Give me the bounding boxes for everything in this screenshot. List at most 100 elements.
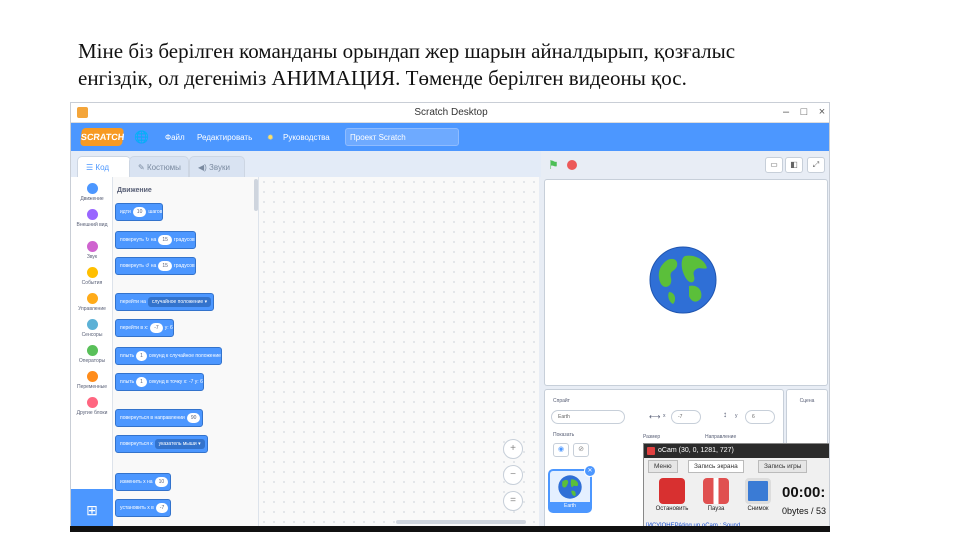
show-eye-icon[interactable]: ◉ — [553, 443, 569, 457]
scratch-desktop-screenshot: Scratch Desktop – □ × SCRATCH 🌐 Файл Ред… — [70, 102, 830, 530]
language-globe-icon[interactable]: 🌐 — [134, 130, 149, 144]
menu-tutorials[interactable]: Руководства — [283, 133, 330, 142]
code-workspace[interactable] — [259, 177, 539, 529]
show-label: Показать — [553, 432, 575, 438]
close-button[interactable]: × — [815, 105, 829, 119]
tab-code[interactable]: ☰ Код — [77, 156, 131, 177]
menu-bar: SCRATCH 🌐 Файл Редактировать ✹ Руководст… — [71, 123, 829, 151]
category-sensing[interactable]: Сенсоры — [71, 319, 113, 338]
workspace-scrollbar[interactable] — [396, 520, 526, 524]
ocam-window: oCam (30, 0, 1281, 727) Меню Запись экра… — [643, 443, 829, 529]
direction-label: Направление — [705, 434, 737, 440]
category-dot-icon — [86, 241, 98, 252]
ocam-tab-menu[interactable]: Меню — [648, 460, 678, 473]
category-motion[interactable]: Движение — [71, 183, 113, 202]
sprite-label: Спрайт — [553, 398, 570, 404]
category-operators[interactable]: Операторы — [71, 345, 113, 364]
stop-icon[interactable] — [567, 160, 577, 170]
palette-heading: Движение — [117, 187, 152, 194]
window-title: Scratch Desktop — [414, 107, 488, 118]
zoom-reset-button[interactable]: = — [503, 491, 523, 511]
stage-canvas[interactable] — [544, 179, 828, 386]
tutorials-icon[interactable]: ✹ — [267, 133, 274, 142]
ocam-snapshot-button[interactable]: Снимок — [740, 478, 776, 520]
category-my-blocks[interactable]: Другие блоки — [71, 397, 113, 416]
scratch-logo[interactable]: SCRATCH — [80, 128, 125, 146]
minimize-button[interactable]: – — [779, 105, 793, 119]
category-dot-icon — [86, 267, 98, 278]
delete-sprite-icon[interactable]: ✕ — [584, 465, 596, 477]
earth-sprite[interactable] — [649, 246, 717, 314]
slide-caption: Міне біз берілген команданы орындап жер … — [78, 38, 878, 92]
small-stage-button[interactable]: ▭ — [765, 157, 783, 173]
block-go-to[interactable]: перейти на случайное положение ▾ — [115, 293, 215, 311]
screen-bottom-bar — [70, 526, 830, 532]
menu-edit[interactable]: Редактировать — [197, 133, 252, 142]
zoom-in-button[interactable]: + — [503, 439, 523, 459]
block-glide-xy[interactable]: плыть 1 секунд в точку x: -7 y: 6 — [115, 373, 204, 391]
tab-costumes[interactable]: ✎ Костюмы — [129, 156, 189, 177]
add-extension-button[interactable]: ⊞ — [71, 489, 113, 529]
category-variables[interactable]: Переменные — [71, 371, 113, 390]
earth-thumbnail-icon — [558, 475, 582, 499]
block-set-x[interactable]: установить x в -7 — [115, 499, 172, 517]
ocam-timer: 00:00: — [782, 484, 826, 501]
block-change-x[interactable]: изменить x на 10 — [115, 473, 172, 491]
menu-file[interactable]: Файл — [165, 133, 185, 142]
x-input[interactable]: -7 — [671, 410, 701, 424]
category-dot-icon — [86, 371, 98, 382]
tab-sounds[interactable]: ◀) Звуки — [189, 156, 245, 177]
category-looks[interactable]: Внешний вид — [71, 209, 113, 228]
category-control[interactable]: Управление — [71, 293, 113, 312]
ocam-title: oCam (30, 0, 1281, 727) — [658, 447, 734, 454]
project-title-input[interactable]: Проект Scratch — [345, 128, 459, 146]
category-dot-icon — [86, 345, 98, 356]
ocam-titlebar: oCam (30, 0, 1281, 727) — [644, 444, 829, 458]
category-dot-icon — [86, 209, 98, 220]
block-turn-right[interactable]: повернуть ↻ на 15 градусов — [115, 231, 196, 249]
editor-tabs: ☰ Код ✎ Костюмы ◀) Звуки — [71, 151, 541, 177]
block-move-steps[interactable]: идти 10 шагов — [115, 203, 164, 221]
monitor-icon — [745, 478, 771, 504]
zoom-out-button[interactable]: − — [503, 465, 523, 485]
y-arrows-icon: ↕ — [723, 410, 727, 419]
block-turn-left[interactable]: повернуть ↺ на 15 градусов — [115, 257, 196, 275]
ocam-stop-button[interactable]: Остановить — [654, 478, 690, 520]
caption-line-2: енгіздік, ол дегеніміз АНИМАЦИЯ. Төменде… — [78, 66, 687, 90]
sprite-name-input[interactable]: Earth — [551, 410, 625, 424]
x-arrows-icon: ⟷ — [649, 412, 661, 421]
block-go-to-xy[interactable]: перейти в x: -7 y: 6 — [115, 319, 174, 337]
block-glide-to[interactable]: плыть 1 секунд к случайное положение — [115, 347, 222, 365]
ocam-filesize: 0bytes / 53 — [782, 506, 827, 516]
sprite-tile-earth[interactable]: Earth ✕ — [548, 465, 596, 513]
block-palette: Движение идти 10 шагов повернуть ↻ на 15 гра… — [113, 177, 259, 529]
ocam-tab-game-record[interactable]: Запись игры — [758, 460, 808, 473]
pause-icon — [703, 478, 729, 504]
green-flag-icon[interactable]: ⚑ — [548, 158, 559, 172]
record-stop-icon — [659, 478, 685, 504]
speaker-icon: ◀) — [198, 163, 210, 172]
hide-eye-icon[interactable]: ⊘ — [573, 443, 589, 457]
x-label: x — [663, 413, 666, 419]
y-input[interactable]: 6 — [745, 410, 775, 424]
block-point-towards[interactable]: повернуться к указатель мыши ▾ — [115, 435, 208, 453]
large-stage-button[interactable]: ◧ — [785, 157, 803, 173]
palette-scrollbar[interactable] — [254, 179, 258, 211]
maximize-button[interactable]: □ — [797, 105, 811, 119]
category-sound[interactable]: Звук — [71, 241, 113, 260]
ocam-tab-screen-record[interactable]: Запись экрана — [688, 460, 744, 473]
block-categories: Движение Внешний вид Звук События Управл… — [71, 177, 113, 489]
category-dot-icon — [86, 319, 98, 330]
ocam-pause-button[interactable]: Пауза — [698, 478, 734, 520]
window-titlebar: Scratch Desktop – □ × — [71, 103, 829, 123]
brush-icon: ✎ — [138, 163, 147, 172]
category-dot-icon — [86, 183, 98, 194]
category-dot-icon — [86, 397, 98, 408]
sprite-tile-name: Earth — [550, 502, 590, 511]
category-events[interactable]: События — [71, 267, 113, 286]
size-label: Размер — [643, 434, 661, 440]
scene-label: Сцена — [799, 398, 815, 404]
block-point-direction[interactable]: повернуться в направлении 90 — [115, 409, 204, 427]
ocam-app-icon — [647, 447, 655, 455]
fullscreen-button[interactable]: ⤢ — [807, 157, 825, 173]
